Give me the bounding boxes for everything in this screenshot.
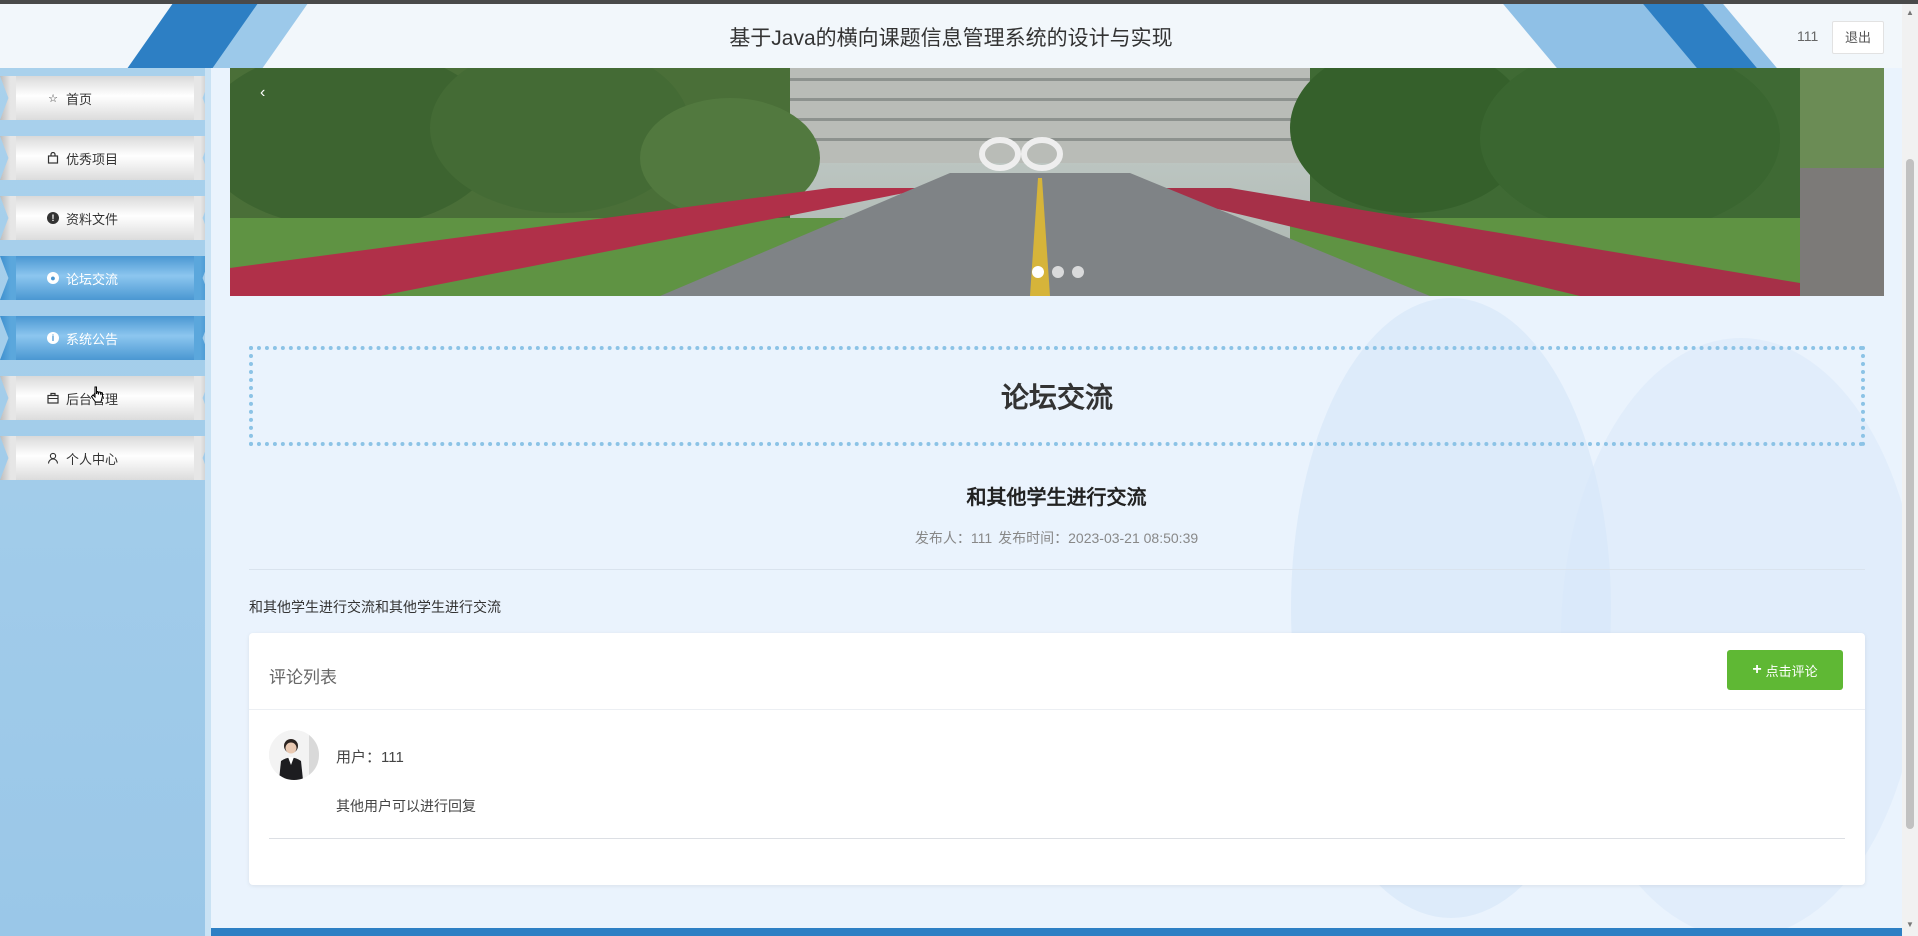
page-scrollbar[interactable]: ▲ ▼ <box>1902 4 1918 936</box>
section-title: 论坛交流 <box>1000 382 1113 413</box>
bag-icon <box>46 151 60 165</box>
site-title: 基于Java的横向课题信息管理系统的设计与实现 <box>729 27 1173 50</box>
banner-dot[interactable] <box>1072 266 1084 278</box>
sidebar-item-home[interactable]: ☆ 首页 <box>0 68 211 128</box>
home-icon: ☆ <box>48 92 58 105</box>
forum-icon: ● <box>46 271 60 285</box>
footer-strip <box>211 928 1902 936</box>
plus-icon: + <box>1752 661 1762 678</box>
sidebar-item-notices[interactable]: i 系统公告 <box>0 308 211 368</box>
sidebar-item-label: 系统公告 <box>66 331 119 347</box>
scroll-down-arrow-icon[interactable]: ▼ <box>1906 920 1914 929</box>
comment-panel: 评论列表 + 点击评论 用户：111 其他用户可以进行回复 <box>249 633 1865 885</box>
comment-list-title: 评论列表 <box>269 668 337 687</box>
add-comment-button[interactable]: + 点击评论 <box>1727 650 1843 690</box>
banner-carousel[interactable]: ‹ <box>230 68 1884 296</box>
user-icon <box>46 451 60 465</box>
divider <box>249 709 1865 710</box>
banner-dot[interactable] <box>1052 266 1064 278</box>
sidebar-item-label: 优秀项目 <box>66 151 119 167</box>
banner-pagination <box>1032 266 1084 278</box>
sidebar-item-label: 论坛交流 <box>66 271 119 287</box>
divider <box>249 569 1865 570</box>
add-comment-label: 点击评论 <box>1765 663 1818 679</box>
post-meta: 发布人：111 发布时间：2023-03-21 08:50:39 <box>211 528 1902 548</box>
sidebar-item-label: 首页 <box>66 91 93 107</box>
divider <box>269 838 1845 839</box>
scroll-up-arrow-icon[interactable]: ▲ <box>1906 8 1914 17</box>
banner-prev-arrow-icon[interactable]: ‹ <box>260 84 265 102</box>
scroll-thumb[interactable] <box>1906 159 1914 829</box>
comment-username: 用户：111 <box>336 749 404 766</box>
section-title-box: 论坛交流 <box>249 346 1865 446</box>
sidebar-item-forum[interactable]: ● 论坛交流 <box>0 248 211 308</box>
avatar <box>269 730 319 780</box>
sidebar-item-admin[interactable]: 后台管理 <box>0 368 211 428</box>
post-title: 和其他学生进行交流 <box>966 487 1147 509</box>
comment-text: 其他用户可以进行回复 <box>336 798 476 814</box>
mouse-cursor-icon <box>90 386 103 403</box>
post-author: 发布人：111 <box>914 530 993 546</box>
sidebar-item-projects[interactable]: 优秀项目 <box>0 128 211 188</box>
info-circle-icon: ! <box>46 211 60 225</box>
current-username: 111 <box>1797 28 1819 44</box>
sidebar-item-label: 个人中心 <box>66 451 119 467</box>
briefcase-icon <box>46 391 60 405</box>
sidebar-item-files[interactable]: ! 资料文件 <box>0 188 211 248</box>
banner-dot[interactable] <box>1032 266 1044 278</box>
post-time: 发布时间：2023-03-21 08:50:39 <box>998 530 1199 546</box>
sidebar-item-label: 资料文件 <box>66 211 119 227</box>
main-content: ‹ 论坛交流 和其他学生进行交流 发布人：111 发布时间：2023-03-21 … <box>211 68 1902 936</box>
sidebar: ☆ 首页 优秀项目 ! 资料文件 ● 论坛交流 i 系统公告 后台管理 个人中心 <box>0 68 211 936</box>
post-body: 和其他学生进行交流和其他学生进行交流 <box>249 599 501 615</box>
notice-icon: i <box>46 331 60 345</box>
header: 基于Java的横向课题信息管理系统的设计与实现 111 退出 <box>0 4 1902 68</box>
banner-image <box>230 68 1884 296</box>
logout-button[interactable]: 退出 <box>1832 21 1884 54</box>
sidebar-item-profile[interactable]: 个人中心 <box>0 428 211 488</box>
